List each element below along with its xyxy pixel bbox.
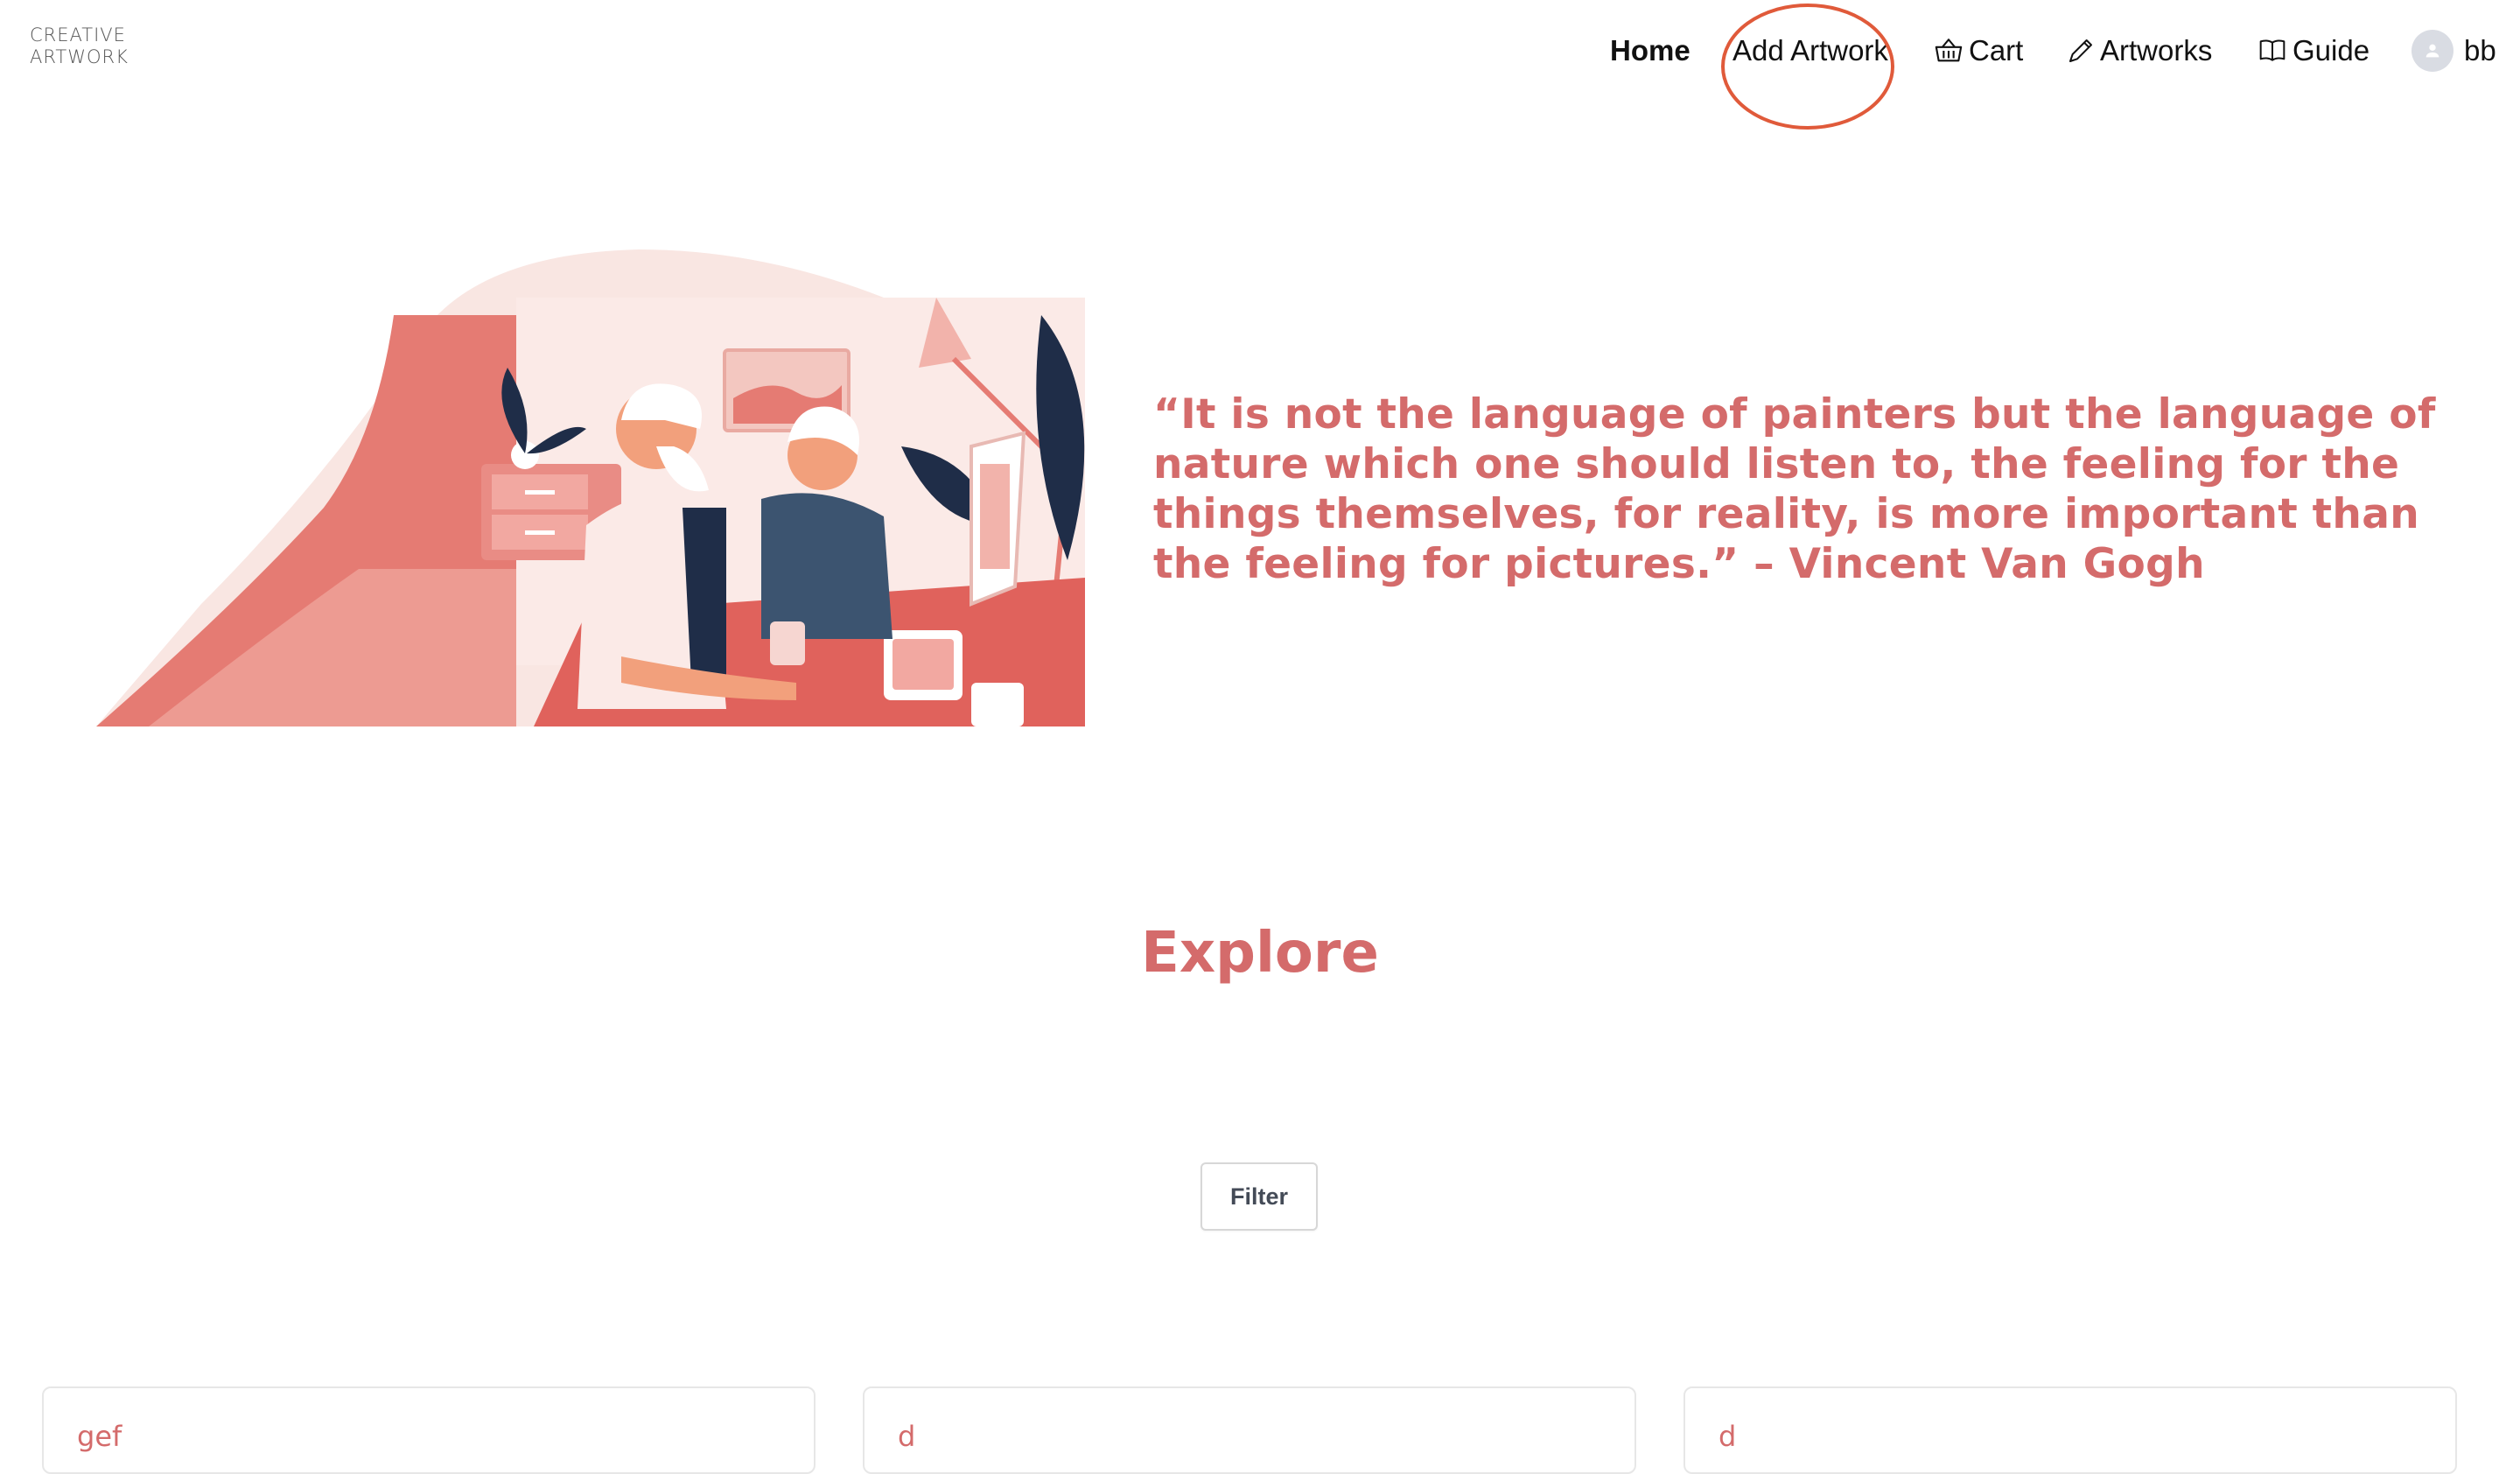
nav-guide[interactable]: Guide xyxy=(2258,26,2370,75)
basket-icon xyxy=(1934,36,1964,66)
brand-line-1: CREATIVE xyxy=(30,25,126,46)
brand-logo[interactable]: CREATIVE ARTWORK xyxy=(30,25,135,68)
filter-button[interactable]: Filter xyxy=(1200,1162,1318,1231)
nav-add-artwork[interactable]: Add Artwork xyxy=(1732,26,1888,75)
nav-artworks[interactable]: Artworks xyxy=(2067,26,2212,75)
nav-home[interactable]: Home xyxy=(1610,26,1690,75)
artwork-card[interactable]: d xyxy=(1684,1386,2457,1474)
nav-artworks-label: Artworks xyxy=(2100,34,2213,67)
artwork-card-title: d xyxy=(1718,1420,1737,1453)
nav-cart-label: Cart xyxy=(1969,34,2024,67)
nav-guide-label: Guide xyxy=(2292,34,2370,67)
book-icon xyxy=(2258,37,2287,65)
artwork-card[interactable]: d xyxy=(863,1386,1636,1474)
nav-home-label: Home xyxy=(1610,34,1690,67)
artwork-card-title: gef xyxy=(77,1420,122,1453)
hero-quote: “It is not the language of painters but … xyxy=(1153,390,2436,588)
nav-user-menu[interactable]: bb xyxy=(2412,26,2496,75)
hero-illustration xyxy=(96,249,1085,726)
explore-heading: Explore xyxy=(1141,921,1379,986)
nav-cart[interactable]: Cart xyxy=(1934,26,2023,75)
user-icon xyxy=(2412,30,2454,72)
nav-user-label: bb xyxy=(2464,34,2496,67)
artwork-card-title: d xyxy=(898,1420,916,1453)
nav-add-artwork-label: Add Artwork xyxy=(1732,34,1888,67)
artwork-card[interactable]: gef xyxy=(42,1386,816,1474)
pen-icon xyxy=(2067,37,2095,65)
brand-line-2: ARTWORK xyxy=(30,46,129,67)
